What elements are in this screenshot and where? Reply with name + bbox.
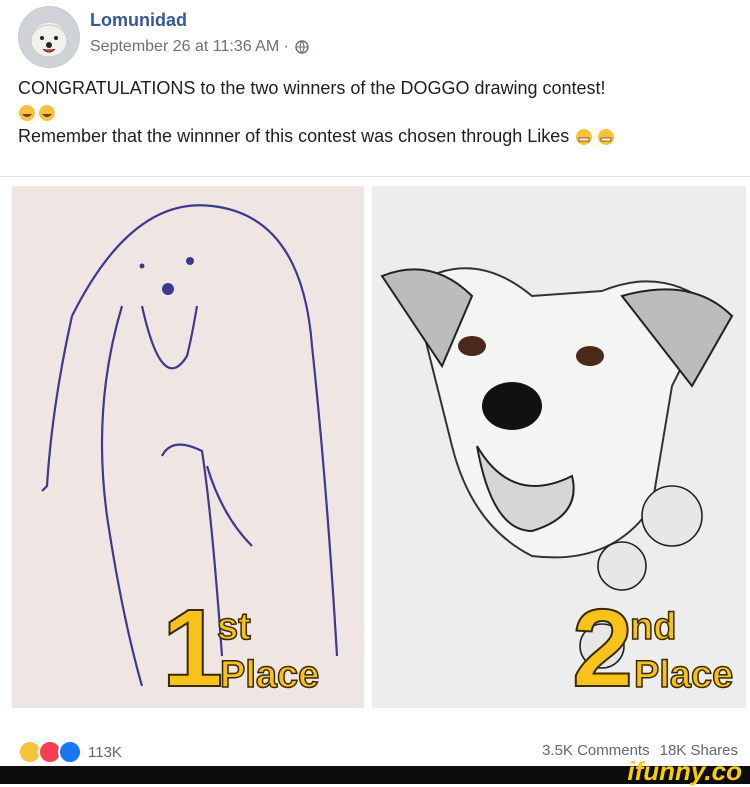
ifunny-logo: ifunny.co [627, 756, 742, 786]
post-body: CONGRATULATIONS to the two winners of th… [18, 76, 738, 148]
post-header: Lomunidad September 26 at 11:36 AM · [18, 6, 738, 68]
rules-text: Remember that the winnner of this contes… [18, 126, 570, 146]
avatar-dog-icon [30, 24, 68, 58]
watermark-bar: ifunny.co [0, 756, 750, 786]
globe-icon [295, 40, 309, 54]
reactions[interactable]: 113K [18, 740, 122, 764]
congrats-line: CONGRATULATIONS to the two winners of th… [18, 78, 606, 98]
grimace-emoji-icon [576, 129, 615, 146]
divider [0, 176, 750, 177]
first-place-image[interactable]: 1 st Place [12, 186, 364, 708]
second-place-number: 2 [571, 587, 634, 708]
post-meta: September 26 at 11:36 AM · [90, 38, 309, 56]
like-reaction-icon [58, 740, 82, 764]
laugh-emoji-icon [19, 105, 55, 122]
second-place-label: Place [633, 653, 734, 697]
emoji-line [18, 100, 738, 124]
avatar[interactable] [18, 6, 80, 68]
first-place-number: 1 [161, 587, 224, 708]
second-place-suffix: nd [629, 605, 677, 649]
timestamp[interactable]: September 26 at 11:36 AM · [90, 38, 289, 56]
reaction-count[interactable]: 113K [88, 744, 122, 761]
first-place-label: Place [219, 653, 320, 697]
second-place-image[interactable]: 2 nd Place [372, 186, 746, 708]
first-place-suffix: st [216, 605, 251, 649]
author-name[interactable]: Lomunidad [90, 10, 187, 31]
rules-line: Remember that the winnner of this contes… [18, 124, 738, 148]
realistic-dog-drawing [380, 267, 734, 669]
